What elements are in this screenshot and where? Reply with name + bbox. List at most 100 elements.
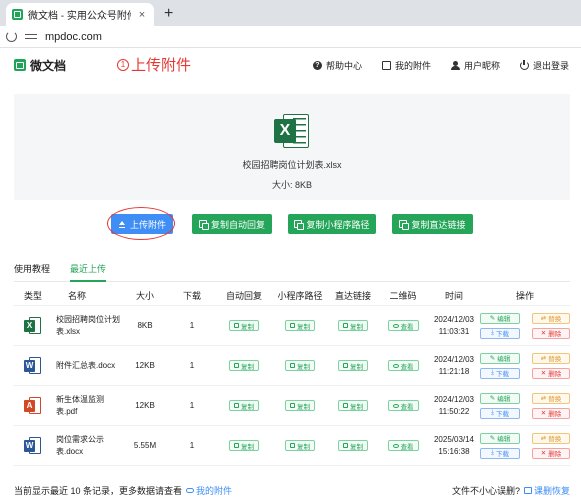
edit-icon: ✎	[489, 315, 496, 322]
header-auto-reply: 自动回复	[225, 291, 262, 301]
download-icon: ⤓	[491, 329, 494, 336]
reload-icon[interactable]	[6, 31, 17, 42]
close-tab-icon[interactable]: ×	[136, 9, 148, 21]
file-name[interactable]: 附件汇总表.docx	[52, 360, 122, 372]
nav-user-label: 用户昵称	[463, 60, 500, 71]
copy-direct-link-pill[interactable]: 复制	[338, 400, 368, 411]
tab-recent-uploads[interactable]: 最近上传	[70, 262, 107, 282]
tab-tutorial[interactable]: 使用教程	[14, 262, 50, 282]
copy-auto-reply-pill[interactable]: 复制	[229, 440, 259, 451]
footer-recovery-link[interactable]: 课删恢复	[523, 484, 570, 497]
file-size: 12KB	[135, 361, 155, 370]
preview-file-name: 校园招聘岗位计划表.xlsx	[242, 160, 342, 170]
delete-button[interactable]: ✕ 删除	[532, 447, 570, 459]
download-button[interactable]: ⤓ 下载	[480, 367, 520, 379]
excel-file-icon: X	[274, 113, 310, 149]
copy-direct-link-pill[interactable]: 复制	[338, 320, 368, 331]
edit-button[interactable]: ✎ 编辑	[480, 432, 520, 444]
copy-icon	[290, 403, 295, 408]
new-tab-icon[interactable]: +	[164, 6, 173, 22]
nav-logout[interactable]: 退出登录	[519, 59, 569, 72]
view-qrcode-pill[interactable]: 查看	[387, 360, 419, 371]
copy-mini-path-pill[interactable]: 复制	[285, 360, 315, 371]
copy-icon	[198, 220, 209, 230]
footer-recovery: 文件不小心误删? 课删恢复	[452, 484, 570, 497]
table-footer: 当前显示最近 10 条记录，更多数据请查看 我的附件 文件不小心误删? 课删恢复	[14, 483, 570, 497]
file-icon	[381, 60, 391, 70]
replace-icon: ⇄	[540, 315, 547, 322]
download-count: 1	[189, 401, 195, 410]
nav-my-files[interactable]: 我的附件	[381, 59, 431, 72]
header-time: 时间	[444, 290, 463, 301]
top-nav: ? 帮助中心 我的附件 用户昵称 退出登录	[312, 59, 569, 72]
nav-help-label: 帮助中心	[325, 60, 362, 71]
copy-icon	[399, 220, 410, 230]
copy-direct-link-pill[interactable]: 复制	[338, 440, 368, 451]
download-button[interactable]: ⤓ 下载	[480, 407, 520, 419]
upload-time: 2024/12/03 11:21:18	[433, 354, 475, 376]
pdf-file-icon: A	[24, 396, 42, 416]
sub-tabs: 使用教程 最近上传	[14, 262, 570, 282]
site-favicon-icon	[12, 9, 23, 20]
download-button[interactable]: ⤓ 下载	[480, 327, 520, 339]
delete-button[interactable]: ✕ 删除	[532, 407, 570, 419]
file-name[interactable]: 校园招聘岗位计划表.xlsx	[52, 314, 122, 338]
copy-mini-path-pill[interactable]: 复制	[285, 320, 315, 331]
preview-file-size: 大小: 8KB	[271, 180, 312, 190]
file-size: 5.55M	[133, 441, 157, 450]
copy-auto-reply-pill[interactable]: 复制	[229, 400, 259, 411]
footer-my-files-link[interactable]: 我的附件	[186, 484, 232, 497]
replace-button[interactable]: ⇄ 替换	[532, 352, 570, 364]
delete-button[interactable]: ✕ 删除	[532, 367, 570, 379]
excel-file-icon: X	[24, 316, 42, 336]
edit-button[interactable]: ✎ 编辑	[480, 312, 520, 324]
copy-icon	[290, 363, 295, 368]
eye-icon	[392, 363, 399, 368]
word-file-icon: W	[24, 356, 42, 376]
copy-mini-path-pill[interactable]: 复制	[285, 440, 315, 451]
url-field[interactable]: mpdoc.com	[45, 31, 102, 43]
header-direct-link: 直达链接	[334, 291, 371, 301]
copy-mini-path-button[interactable]: 复制小程序路径	[288, 214, 376, 234]
copy-direct-link-button[interactable]: 复制直达链接	[392, 214, 473, 234]
step-annotation: 1 上传附件	[117, 54, 191, 75]
download-button[interactable]: ⤓ 下载	[480, 447, 520, 459]
delete-button[interactable]: ✕ 删除	[532, 327, 570, 339]
copy-icon	[343, 443, 348, 448]
replace-button[interactable]: ⇄ 替换	[532, 312, 570, 324]
step-text: 上传附件	[131, 57, 192, 74]
nav-help[interactable]: ? 帮助中心	[312, 59, 362, 72]
trash-icon: ✕	[540, 450, 547, 457]
file-name[interactable]: 岗位需求公示表.docx	[52, 434, 122, 458]
logo-text: 微文档	[30, 58, 67, 73]
header-type: 类型	[23, 291, 42, 301]
view-qrcode-pill[interactable]: 查看	[387, 440, 419, 451]
book-icon	[523, 486, 532, 494]
tab-title: 微文档 - 实用公众号附件助手, ...	[28, 11, 131, 22]
copy-auto-reply-pill[interactable]: 复制	[229, 360, 259, 371]
file-name[interactable]: 新生体温监测表.pdf	[52, 394, 122, 418]
edit-button[interactable]: ✎ 编辑	[480, 392, 520, 404]
header-ops: 操作	[515, 291, 534, 301]
copy-mini-path-pill[interactable]: 复制	[285, 400, 315, 411]
copy-icon	[234, 403, 239, 408]
download-icon: ⤓	[491, 449, 494, 456]
site-info-icon[interactable]	[25, 32, 37, 42]
copy-auto-reply-pill[interactable]: 复制	[229, 320, 259, 331]
download-count: 1	[189, 361, 195, 370]
copy-auto-reply-button[interactable]: 复制自动回复	[192, 214, 272, 234]
help-icon: ?	[312, 60, 322, 70]
browser-tab[interactable]: 微文档 - 实用公众号附件助手, ... ×	[6, 3, 154, 26]
nav-user[interactable]: 用户昵称	[450, 59, 500, 72]
view-qrcode-pill[interactable]: 查看	[387, 320, 419, 331]
site-logo[interactable]: 微文档	[14, 57, 66, 74]
header-size: 大小	[135, 291, 154, 301]
view-qrcode-pill[interactable]: 查看	[387, 400, 419, 411]
copy-mini-path-label: 复制小程序路径	[306, 219, 370, 230]
replace-button[interactable]: ⇄ 替换	[532, 392, 570, 404]
copy-icon	[343, 363, 348, 368]
replace-button[interactable]: ⇄ 替换	[532, 432, 570, 444]
table-header: 类型 名称 大小 下载 自动回复 小程序路径 直达链接 二维码 时间 操作	[14, 286, 570, 306]
copy-direct-link-pill[interactable]: 复制	[338, 360, 368, 371]
edit-button[interactable]: ✎ 编辑	[480, 352, 520, 364]
